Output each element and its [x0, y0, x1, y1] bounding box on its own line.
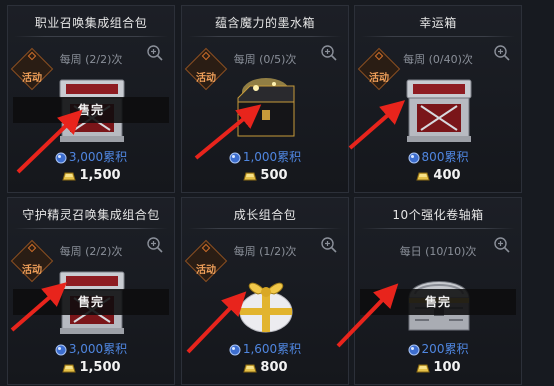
points-price: 3,000累积	[8, 340, 174, 357]
points-price: 800累积	[355, 148, 521, 165]
zoom-icon[interactable]	[320, 44, 340, 64]
gold-value: 500	[260, 168, 288, 183]
points-price: 3,000累积	[8, 148, 174, 165]
shop-item-card[interactable]: 职业召唤集成组合包 每周 (2/2)次 活动 售完 3,000累积 1,500	[7, 5, 175, 193]
gold-ingot-icon	[243, 364, 258, 372]
shop-item-card[interactable]: 幸运箱 每周 (0/40)次 活动 800累积 400	[354, 5, 522, 193]
points-price: 1,600累积	[182, 340, 348, 357]
gold-price: 100	[355, 360, 521, 375]
item-title: 蕴含魔力的墨水箱	[214, 16, 315, 30]
points-price: 1,000累积	[182, 148, 348, 165]
zoom-icon[interactable]	[146, 44, 166, 64]
points-orb-icon	[55, 152, 67, 163]
item-title: 守护精灵召唤集成组合包	[22, 208, 160, 222]
zoom-icon[interactable]	[493, 236, 513, 256]
sold-out-banner: 售完	[360, 289, 516, 315]
event-badge-label: 活动	[22, 265, 42, 276]
event-badge-label: 活动	[369, 73, 389, 84]
gold-ingot-icon	[416, 172, 431, 180]
points-price: 200累积	[355, 340, 521, 357]
points-orb-icon	[229, 344, 241, 355]
shop-item-card[interactable]: 蕴含魔力的墨水箱 每周 (0/5)次 活动 1,000累积 500	[181, 5, 349, 193]
sold-out-banner: 售完	[13, 289, 169, 315]
points-value: 200累积	[421, 342, 469, 356]
title-divider	[361, 228, 515, 229]
item-title: 职业召唤集成组合包	[34, 16, 148, 30]
item-title: 10个强化卷轴箱	[392, 208, 484, 222]
gold-price: 1,500	[8, 168, 174, 183]
gold-value: 1,500	[79, 168, 121, 183]
event-badge-label: 活动	[196, 265, 216, 276]
gold-price: 500	[182, 168, 348, 183]
gold-ingot-icon	[62, 364, 77, 372]
zoom-icon[interactable]	[493, 44, 513, 64]
gold-ingot-icon	[416, 364, 431, 372]
shop-item-card[interactable]: 成长组合包 每周 (1/2)次 活动 1,600累积 800	[181, 197, 349, 385]
shop-item-card[interactable]: 10个强化卷轴箱 每日 (10/10)次 售完 200累积 100	[354, 197, 522, 385]
points-orb-icon	[229, 152, 241, 163]
title-divider	[14, 228, 168, 229]
shop-item-grid: 职业召唤集成组合包 每周 (2/2)次 活动 售完 3,000累积 1,500 …	[0, 0, 554, 386]
gold-value: 400	[433, 168, 461, 183]
gold-price: 1,500	[8, 360, 174, 375]
points-orb-icon	[55, 344, 67, 355]
gold-value: 100	[433, 360, 461, 375]
points-value: 3,000累积	[68, 342, 128, 356]
title-divider	[361, 36, 515, 37]
title-divider	[14, 36, 168, 37]
sold-out-banner: 售完	[13, 97, 169, 123]
shop-item-card[interactable]: 守护精灵召唤集成组合包 每周 (2/2)次 活动 售完 3,000累积 1,50…	[7, 197, 175, 385]
points-orb-icon	[408, 344, 420, 355]
points-orb-icon	[408, 152, 420, 163]
event-badge: 活动	[357, 47, 401, 91]
gold-price: 400	[355, 168, 521, 183]
item-title: 成长组合包	[233, 208, 297, 222]
points-value: 800累积	[421, 150, 469, 164]
zoom-icon[interactable]	[146, 236, 166, 256]
gold-value: 1,500	[79, 360, 121, 375]
zoom-icon[interactable]	[320, 236, 340, 256]
gold-value: 800	[260, 360, 288, 375]
event-badge-label: 活动	[22, 73, 42, 84]
gold-ribbon-gift-icon	[228, 264, 304, 336]
event-badge-label: 活动	[196, 73, 216, 84]
gold-price: 800	[182, 360, 348, 375]
points-value: 1,000累积	[242, 150, 302, 164]
title-divider	[188, 36, 342, 37]
event-badge: 活动	[184, 47, 228, 91]
black-glowing-chest-icon	[228, 72, 304, 144]
gold-ingot-icon	[243, 172, 258, 180]
silver-red-chest-icon	[401, 72, 477, 144]
title-divider	[188, 228, 342, 229]
event-badge: 活动	[10, 239, 54, 283]
gold-ingot-icon	[62, 172, 77, 180]
points-value: 1,600累积	[242, 342, 302, 356]
event-badge: 活动	[184, 239, 228, 283]
event-badge: 活动	[10, 47, 54, 91]
points-value: 3,000累积	[68, 150, 128, 164]
item-title: 幸运箱	[419, 16, 457, 30]
